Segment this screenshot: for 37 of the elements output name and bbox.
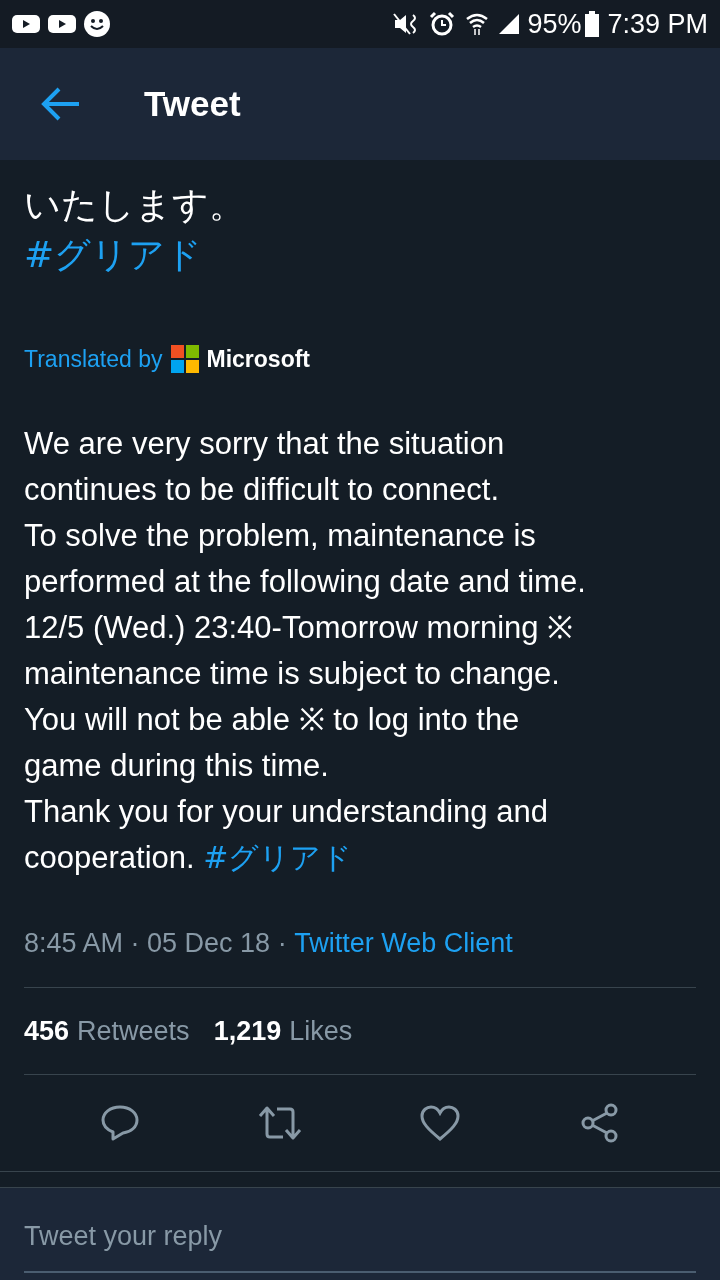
four-squares-logo-icon [170, 345, 199, 374]
heart-icon [420, 1105, 460, 1141]
translation-line: Thank you for your understanding and [24, 792, 549, 831]
back-arrow-icon [41, 86, 81, 122]
signal-icon [497, 12, 522, 36]
video-app-icon [48, 14, 76, 34]
battery-percent: 95% [527, 10, 582, 38]
alarm-icon [429, 11, 456, 37]
speech-bubble-icon [101, 1104, 139, 1142]
stat-link[interactable]: 1,219 Likes [213, 1010, 353, 1052]
translation-line: performed at the following date and time. [24, 562, 587, 601]
wifi-icon [465, 12, 490, 36]
tweet-text-line: いたします。 [24, 183, 246, 227]
translation-line: To solve the problem, maintenance is [24, 516, 537, 555]
translation-line: We are very sorry that the situation [24, 424, 506, 463]
translated-by-label: Translated by [24, 345, 163, 374]
provider-name: Microsoft [206, 345, 310, 374]
share-icon [580, 1103, 620, 1143]
translation-line: maintenance time is subject to change. [24, 654, 561, 693]
smiley-icon [84, 11, 110, 37]
clock-time: 7:39 PM [607, 10, 708, 38]
translation-line: cooperation. #グリアド [24, 838, 354, 877]
stat-link[interactable]: 456 Retweets [24, 1010, 190, 1052]
retweet-icon [257, 1104, 303, 1142]
translation-line: 12/5 (Wed.) 23:40-Tomorrow morning ※ [24, 608, 575, 647]
hashtag-link[interactable]: #グリアド [203, 839, 353, 875]
translation-line: continues to be difficult to connect. [24, 470, 501, 509]
reply-input-field[interactable]: Tweet your reply [24, 1216, 696, 1273]
hashtag-link[interactable]: #グリアド [24, 230, 203, 280]
reply-bar[interactable]: Tweet your reply [0, 1187, 720, 1280]
translation-line: game during this time. [24, 746, 330, 785]
tweet-timestamp: 8:45 AM · 05 Dec 18 · [24, 926, 288, 960]
source-link[interactable]: Twitter Web Client [294, 922, 513, 963]
translation-line: You will not be able ※ to log into the [24, 700, 521, 739]
battery-icon [585, 11, 600, 37]
video-app-icon [12, 14, 40, 34]
page-title: Tweet [144, 82, 241, 125]
